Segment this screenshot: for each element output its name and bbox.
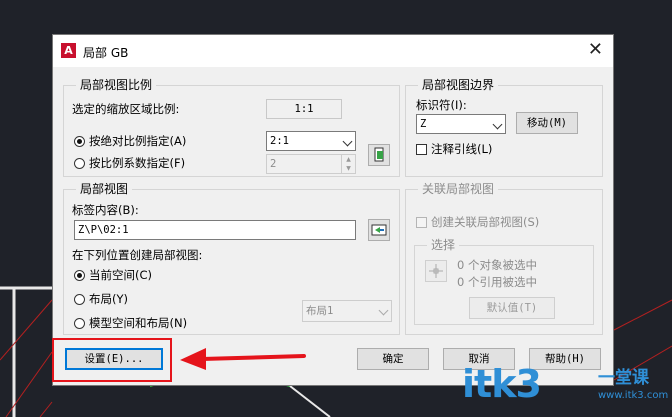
detail-view-group-label: 局部视图 [76,182,133,196]
spinner-arrows-icon: ▲ ▼ [341,155,355,173]
watermark-cn-text: 一堂课 [598,368,649,388]
absolute-scale-value: 2:1 [270,135,289,147]
select-objects-button [425,260,447,282]
scale-group: 局部视图比例 选定的缩放区域比例: 1:1 按绝对比例指定(A) 2:1 按比例… [63,78,400,177]
selection-subgroup-label: 选择 [427,238,460,252]
pick-scale-button[interactable] [368,144,390,166]
associative-group-label: 关联局部视图 [418,182,499,196]
crosshair-icon [429,264,443,278]
location-layout-radio[interactable] [74,294,85,305]
detail-view-group: 局部视图 标签内容(B): Z\P\02:1 在下列位置创建局部视图: 当前空间… [63,182,400,335]
selected-scale-label: 选定的缩放区域比例: [72,102,180,116]
layout-select-value: 布局1 [306,305,334,317]
close-icon[interactable]: ✕ [588,40,603,60]
tag-content-label: 标签内容(B): [72,203,139,217]
factor-scale-label[interactable]: 按比例系数指定(F) [89,156,185,170]
references-selected-text: 0 个引用被选中 [457,275,537,289]
location-label: 在下列位置创建局部视图: [72,248,203,262]
location-current-space-radio[interactable] [74,270,85,281]
move-button[interactable]: 移动(M) [516,112,578,134]
default-button: 默认值(T) [469,297,555,319]
create-associative-checkbox [416,217,427,228]
associative-group: 关联局部视图 创建关联局部视图(S) 选择 0 个对象被选中 0 个引用被选中 … [405,182,603,335]
absolute-scale-label[interactable]: 按绝对比例指定(A) [89,134,186,148]
detail-view-dialog: A 局部 GB ✕ 局部视图比例 选定的缩放区域比例: 1:1 按绝对比例指定(… [52,34,614,386]
location-layout-label[interactable]: 布局(Y) [89,292,128,306]
insert-field-button[interactable] [368,219,390,241]
settings-highlight-box [52,338,172,382]
identifier-value: Z [420,118,427,130]
boundary-group: 局部视图边界 标识符(I): Z 移动(M) 注释引线(L) [405,78,603,177]
selected-scale-value: 1:1 [266,99,342,119]
chevron-down-icon [342,136,353,147]
watermark-url-text: www.itk3.com [598,390,669,401]
absolute-scale-radio[interactable] [74,136,85,147]
factor-scale-value: 2 [270,158,277,170]
absolute-scale-select[interactable]: 2:1 [266,131,356,151]
objects-selected-text: 0 个对象被选中 [457,258,537,272]
location-model-and-layout-label[interactable]: 模型空间和布局(N) [89,316,187,330]
chevron-down-icon [492,119,503,130]
tag-content-input[interactable]: Z\P\02:1 [74,220,356,240]
identifier-label: 标识符(I): [416,98,467,112]
boundary-group-label: 局部视图边界 [418,78,499,92]
leader-checkbox-label[interactable]: 注释引线(L) [431,142,492,156]
leader-checkbox[interactable] [416,144,427,155]
identifier-select[interactable]: Z [416,114,506,134]
factor-scale-spinner: 2 ▲ ▼ [266,154,356,174]
pick-scale-icon [374,147,384,162]
watermark-logo: itk3 [462,362,542,406]
create-associative-label: 创建关联局部视图(S) [431,215,540,229]
location-current-space-label[interactable]: 当前空间(C) [89,268,152,282]
dialog-title: 局部 GB [83,46,129,60]
factor-scale-radio[interactable] [74,158,85,169]
chevron-down-icon [378,305,389,316]
selection-subgroup: 选择 0 个对象被选中 0 个引用被选中 默认值(T) [414,238,594,325]
location-model-and-layout-radio[interactable] [74,318,85,329]
autocad-logo-icon: A [61,43,76,58]
scale-group-label: 局部视图比例 [76,78,157,92]
insert-field-icon [371,224,387,236]
layout-select: 布局1 [302,300,392,322]
dialog-titlebar[interactable]: A 局部 GB ✕ [53,35,613,67]
ok-button[interactable]: 确定 [357,348,429,370]
